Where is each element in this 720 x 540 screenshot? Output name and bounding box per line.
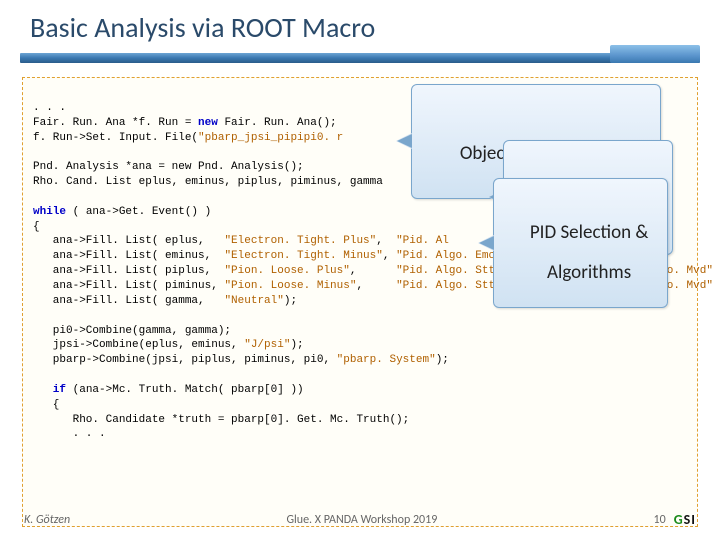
code-line: ana->Fill. List( eminus, xyxy=(33,250,224,262)
gsi-logo: GSI xyxy=(674,511,696,528)
footer: K. Götzen Glue. X PANDA Workshop 2019 10… xyxy=(0,511,720,528)
code-line: ); xyxy=(436,354,449,366)
code-line: Pnd. Analysis *ana = new Pnd. Analysis()… xyxy=(33,161,304,173)
logo-g: G xyxy=(674,511,684,528)
string: "Pid. Al xyxy=(396,235,449,247)
slide-title: Basic Analysis via ROOT Macro xyxy=(30,10,720,45)
code-line: ); xyxy=(290,339,303,351)
code-line: ); xyxy=(284,295,297,307)
title-divider xyxy=(20,53,700,63)
string: "pbarp. System" xyxy=(337,354,436,366)
callout-tail-icon xyxy=(478,235,494,251)
string: "Electron. Tight. Minus" xyxy=(224,250,382,262)
code-line: pi0->Combine(gamma, gamma); xyxy=(33,325,231,337)
string: "Electron. Tight. Plus" xyxy=(224,235,376,247)
code-line: { xyxy=(33,221,40,233)
code-line: ana->Fill. List( piminus, xyxy=(33,280,224,292)
code-line: , xyxy=(350,265,396,277)
callout-pid-selection: PID Selection & Algorithms xyxy=(493,178,668,308)
code-line: ( ana->Get. Event() ) xyxy=(66,206,211,218)
callout-tail-icon xyxy=(396,133,412,149)
keyword: while xyxy=(33,206,66,218)
keyword: new xyxy=(198,117,218,129)
code-line: , xyxy=(383,250,396,262)
code-line: ana->Fill. List( eplus, xyxy=(33,235,224,247)
code-line: { xyxy=(33,399,59,411)
code-line: ); xyxy=(713,280,720,292)
code-line: Rho. Candidate *truth = pbarp[0]. Get. M… xyxy=(33,414,409,426)
footer-center: Glue. X PANDA Workshop 2019 xyxy=(70,513,653,527)
callout-text: Algorithms xyxy=(547,261,631,284)
code-line: f. Run->Set. Input. File( xyxy=(33,132,198,144)
title-bar: Basic Analysis via ROOT Macro xyxy=(0,0,720,51)
keyword: if xyxy=(33,384,66,396)
code-line: (ana->Mc. Truth. Match( pbarp[0] )) xyxy=(66,384,304,396)
code-line: ); xyxy=(713,265,720,277)
string: "pbarp_jpsi_pipipi0. r xyxy=(198,132,343,144)
string: "J/psi" xyxy=(244,339,290,351)
code-line: Rho. Cand. List eplus, eminus, piplus, p… xyxy=(33,176,383,188)
code-line: . . . xyxy=(33,102,66,114)
code-line: ana->Fill. List( gamma, xyxy=(33,295,224,307)
footer-page: 10 xyxy=(654,513,666,527)
string: "Pion. Loose. Minus" xyxy=(224,280,356,292)
code-line: . . . xyxy=(33,428,106,440)
logo-i: I xyxy=(691,511,696,528)
footer-author: K. Götzen xyxy=(24,513,70,527)
code-line: Fair. Run. Ana *f. Run = xyxy=(33,117,198,129)
string: "Pion. Loose. Plus" xyxy=(224,265,349,277)
code-listing: . . . Fair. Run. Ana *f. Run = new Fair.… xyxy=(22,77,698,527)
string: "Neutral" xyxy=(224,295,283,307)
code-line: , xyxy=(376,235,396,247)
code-line: pbarp->Combine(jpsi, piplus, piminus, pi… xyxy=(33,354,337,366)
code-line: Fair. Run. Ana(); xyxy=(218,117,337,129)
code-line: jpsi->Combine(eplus, eminus, xyxy=(33,339,244,351)
code-line: ana->Fill. List( piplus, xyxy=(33,265,224,277)
callout-text: PID Selection & xyxy=(530,221,648,244)
code-line: , xyxy=(356,280,396,292)
